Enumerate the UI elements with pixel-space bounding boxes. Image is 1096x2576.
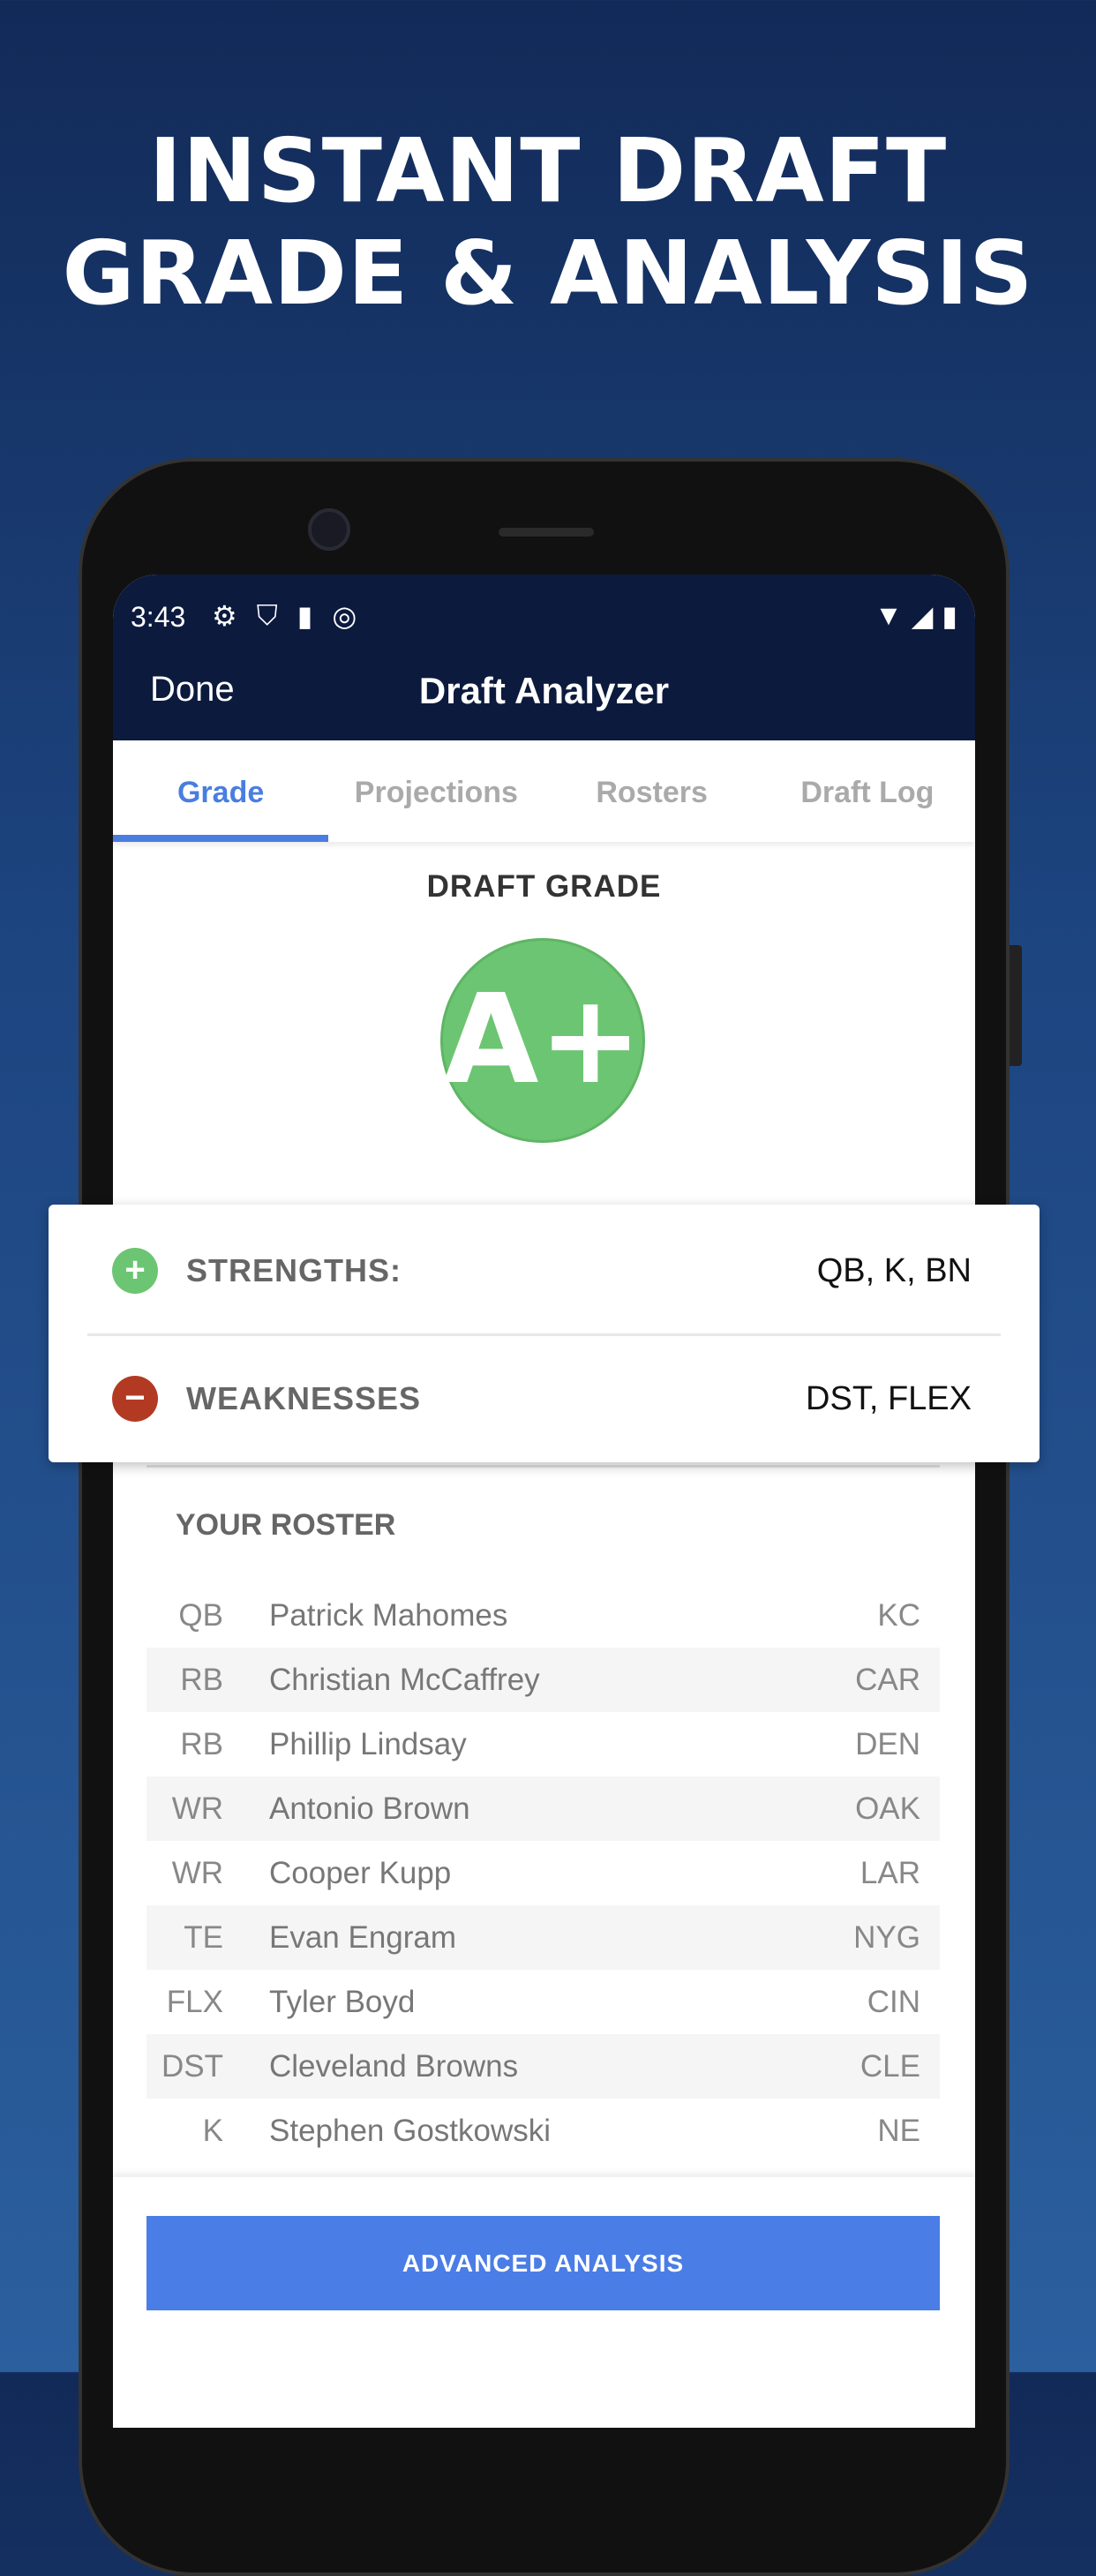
advanced-analysis-button[interactable]: ADVANCED ANALYSIS xyxy=(146,2216,940,2310)
status-time: 3:43 xyxy=(131,601,186,633)
player-team: CLE xyxy=(860,2048,920,2084)
player-team: LAR xyxy=(860,1855,920,1890)
player-pos: QB xyxy=(178,1597,223,1633)
weaknesses-row: − WEAKNESSES DST, FLEX xyxy=(49,1337,1040,1461)
player-name: Stephen Gostkowski xyxy=(269,2113,552,2148)
headline-line-1: INSTANT DRAFT xyxy=(148,119,948,222)
player-pos: FLX xyxy=(166,1984,223,2019)
battery-icon: ▮ xyxy=(942,600,957,632)
weaknesses-value: DST, FLEX xyxy=(806,1379,972,1417)
app-screen: 3:43 ⚙ ⛉ ▮ ◎ ▼ ◢ ▮ Done Draft Analyzer G… xyxy=(113,575,975,2428)
player-team: OAK xyxy=(855,1791,920,1826)
weaknesses-label: WEAKNESSES xyxy=(186,1380,422,1416)
player-name: Tyler Boyd xyxy=(269,1984,416,2019)
player-team: CAR xyxy=(855,1662,920,1697)
status-right-icons: ▼ ◢ ▮ xyxy=(875,599,957,633)
data-saver-icon: ◎ xyxy=(332,600,357,632)
tab-draft-log[interactable]: Draft Log xyxy=(760,740,975,842)
tab-grade[interactable]: Grade xyxy=(113,740,329,842)
status-icons: ⚙ ⛉ ▮ ◎ xyxy=(212,599,357,633)
speaker-grille xyxy=(499,528,594,537)
headline: INSTANT DRAFT GRADE & ANALYSIS xyxy=(0,120,1096,325)
divider xyxy=(87,1333,1001,1336)
app-header: 3:43 ⚙ ⛉ ▮ ◎ ▼ ◢ ▮ Done Draft Analyzer xyxy=(113,575,975,740)
player-name: Cooper Kupp xyxy=(269,1855,452,1890)
table-row[interactable]: DST Cleveland Browns CLE xyxy=(146,2034,940,2099)
player-pos: K xyxy=(202,2113,223,2148)
player-pos: DST xyxy=(161,2048,223,2084)
player-pos: RB xyxy=(180,1662,223,1697)
bottom-bar: ADVANCED ANALYSIS xyxy=(113,2177,975,2428)
player-pos: RB xyxy=(180,1726,223,1761)
camera-icon xyxy=(308,508,350,551)
strengths-label: STRENGTHS: xyxy=(186,1252,402,1288)
player-pos: TE xyxy=(184,1919,223,1955)
table-row[interactable]: WR Cooper Kupp LAR xyxy=(146,1841,940,1905)
player-name: Phillip Lindsay xyxy=(269,1726,467,1761)
headline-line-2: GRADE & ANALYSIS xyxy=(62,222,1034,325)
grade-badge: A+ xyxy=(440,938,645,1143)
wifi-icon: ▼ xyxy=(875,599,903,631)
player-pos: WR xyxy=(171,1791,223,1826)
table-row[interactable]: K Stephen Gostkowski NE xyxy=(146,2099,940,2163)
signal-icon: ◢ xyxy=(911,600,934,632)
gear-icon: ⚙ xyxy=(212,600,237,632)
player-name: Christian McCaffrey xyxy=(269,1662,540,1697)
player-name: Patrick Mahomes xyxy=(269,1597,508,1633)
roster-table: QB Patrick Mahomes KC RB Christian McCaffrey… xyxy=(146,1583,940,2163)
strengths-weaknesses-card: + STRENGTHS: QB, K, BN − WEAKNESSES DST,… xyxy=(49,1205,1040,1462)
tab-bar: Grade Projections Rosters Draft Log xyxy=(113,740,975,842)
tab-projections[interactable]: Projections xyxy=(328,740,544,842)
player-pos: WR xyxy=(171,1855,223,1890)
divider xyxy=(146,1465,940,1468)
strengths-value: QB, K, BN xyxy=(816,1251,972,1289)
player-team: DEN xyxy=(855,1726,920,1761)
table-row[interactable]: FLX Tyler Boyd CIN xyxy=(146,1970,940,2034)
draft-grade-label: DRAFT GRADE xyxy=(426,869,662,904)
player-team: KC xyxy=(877,1597,920,1633)
player-name: Antonio Brown xyxy=(269,1791,470,1826)
table-row[interactable]: TE Evan Engram NYG xyxy=(146,1905,940,1970)
minus-circle-icon: − xyxy=(112,1376,158,1422)
player-team: NYG xyxy=(853,1919,920,1955)
strengths-row: + STRENGTHS: QB, K, BN xyxy=(49,1209,1040,1333)
table-row[interactable]: WR Antonio Brown OAK xyxy=(146,1776,940,1841)
player-team: NE xyxy=(877,2113,920,2148)
sd-card-icon: ▮ xyxy=(297,600,313,632)
table-row[interactable]: RB Christian McCaffrey CAR xyxy=(146,1648,940,1712)
player-name: Cleveland Browns xyxy=(269,2048,519,2084)
page-title: Draft Analyzer xyxy=(418,670,670,711)
shield-play-icon: ⛉ xyxy=(256,599,278,631)
roster-title: YOUR ROSTER xyxy=(176,1508,396,1542)
table-row[interactable]: RB Phillip Lindsay DEN xyxy=(146,1712,940,1776)
table-row[interactable]: QB Patrick Mahomes KC xyxy=(146,1583,940,1648)
plus-circle-icon: + xyxy=(112,1248,158,1294)
tab-rosters[interactable]: Rosters xyxy=(544,740,760,842)
player-name: Evan Engram xyxy=(269,1919,457,1955)
player-team: CIN xyxy=(867,1984,920,2019)
phone-side-button xyxy=(1010,945,1022,1066)
